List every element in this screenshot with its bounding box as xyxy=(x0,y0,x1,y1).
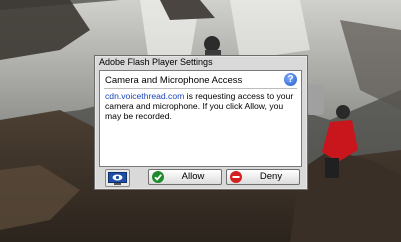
allow-button[interactable]: Allow xyxy=(148,169,222,185)
deny-icon xyxy=(230,171,242,183)
help-icon[interactable]: ? xyxy=(284,73,297,86)
panel-heading: Camera and Microphone Access xyxy=(105,75,243,86)
allow-label: Allow xyxy=(181,171,205,182)
deny-button[interactable]: Deny xyxy=(226,169,300,185)
domain-link[interactable]: cdn.voicethread.com xyxy=(105,91,184,101)
monitor-icon xyxy=(108,171,127,185)
flash-settings-dialog: Adobe Flash Player Settings Camera and M… xyxy=(94,55,308,190)
panel-divider xyxy=(104,88,297,89)
access-message: cdn.voicethread.com is requesting access… xyxy=(105,91,297,121)
checkmark-icon xyxy=(152,171,164,183)
privacy-settings-button[interactable] xyxy=(105,169,130,187)
camera-access-panel: Camera and Microphone Access ? cdn.voice… xyxy=(99,70,302,167)
dialog-title: Adobe Flash Player Settings xyxy=(99,57,213,67)
deny-label: Deny xyxy=(259,171,283,182)
